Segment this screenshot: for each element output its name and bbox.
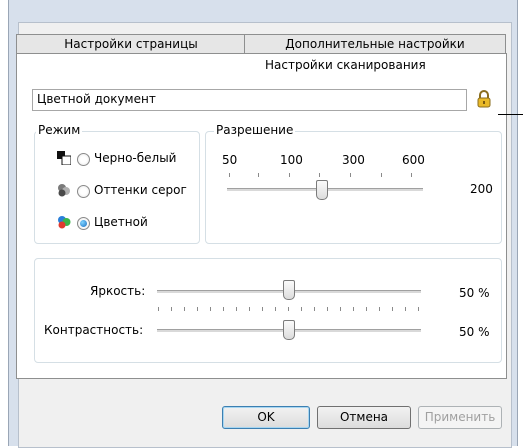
tab-scan-settings[interactable]: Настройки сканирования xyxy=(16,53,507,76)
resolution-tick xyxy=(350,173,351,177)
apply-button[interactable]: Применить xyxy=(418,406,502,429)
resolution-label-600: 600 xyxy=(402,153,425,167)
contrast-slider-thumb[interactable] xyxy=(283,320,295,340)
contrast-value: 50 % xyxy=(459,325,490,339)
tab-advanced-settings[interactable]: Дополнительные настройки xyxy=(244,34,506,54)
radio-color[interactable] xyxy=(77,217,90,230)
resolution-group-legend: Разрешение xyxy=(214,123,296,137)
color-mode-icon xyxy=(57,215,71,229)
resolution-tick xyxy=(229,173,230,177)
radio-grayscale[interactable] xyxy=(77,185,90,198)
radio-bw-label: Черно-белый xyxy=(94,151,177,165)
resolution-label-50: 50 xyxy=(222,153,238,167)
cancel-button[interactable]: Отмена xyxy=(317,406,411,429)
resolution-slider-thumb[interactable] xyxy=(316,180,328,200)
grayscale-mode-icon xyxy=(57,183,71,197)
profile-name-text: Цветной документ xyxy=(37,92,156,106)
radio-color-label: Цветной xyxy=(94,215,148,229)
brightness-label: Яркость: xyxy=(90,284,146,298)
title-bar xyxy=(9,0,517,22)
brightness-value: 50 % xyxy=(459,286,490,300)
resolution-tick xyxy=(289,173,290,177)
bw-mode-icon xyxy=(57,151,72,166)
radio-bw[interactable] xyxy=(77,153,90,166)
mode-group-legend: Режим xyxy=(36,123,83,137)
resolution-tick xyxy=(381,173,382,177)
adjustment-ticks xyxy=(158,307,420,311)
resolution-tick xyxy=(319,173,320,177)
tab-scan-settings-label: Настройки сканирования xyxy=(265,58,426,72)
profile-name-field[interactable]: Цветной документ xyxy=(32,89,467,111)
radio-grayscale-label: Оттенки серог xyxy=(94,183,187,197)
resolution-label-300: 300 xyxy=(342,153,365,167)
resolution-tick xyxy=(258,173,259,177)
contrast-label: Контрастность: xyxy=(44,323,144,337)
ok-button[interactable]: OK xyxy=(222,406,310,429)
resolution-value: 200 xyxy=(470,182,493,196)
padlock-icon[interactable] xyxy=(477,90,491,108)
resolution-label-100: 100 xyxy=(280,153,303,167)
tab-page-settings[interactable]: Настройки страницы xyxy=(16,34,246,54)
callout-line xyxy=(498,114,523,115)
resolution-tick xyxy=(411,173,412,177)
brightness-slider-thumb[interactable] xyxy=(283,280,295,300)
